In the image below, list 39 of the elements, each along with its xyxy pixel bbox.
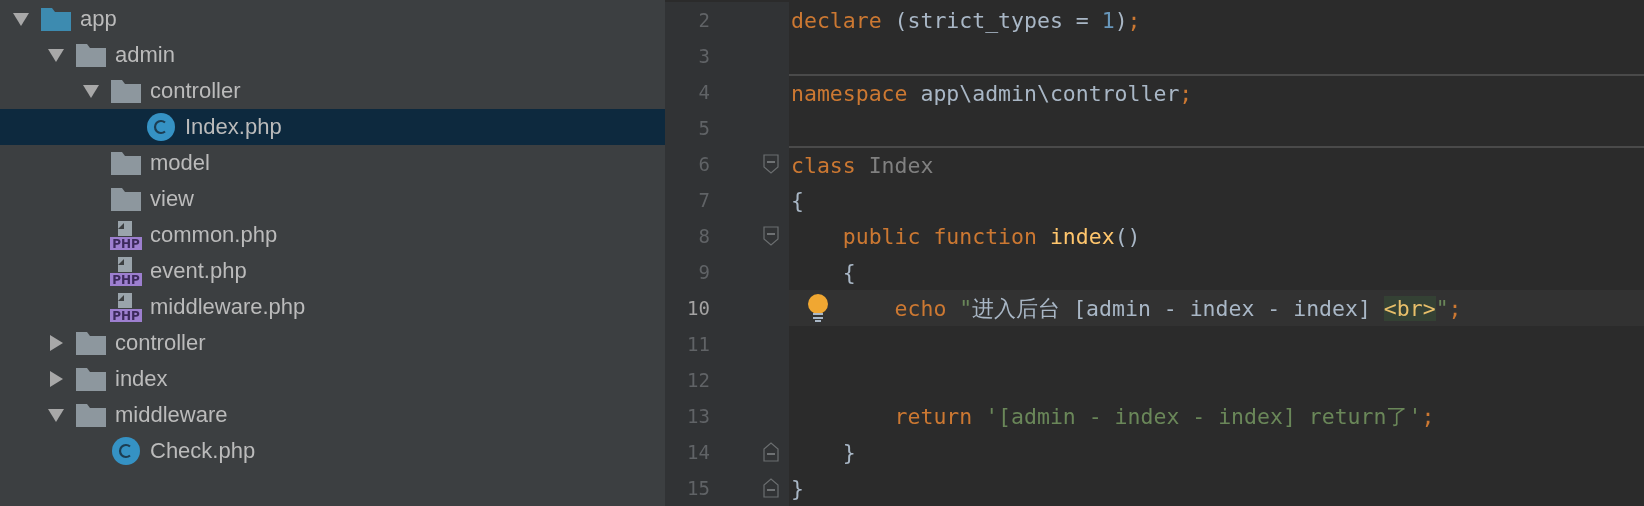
folder-icon: [75, 330, 107, 356]
tree-item[interactable]: middleware: [0, 397, 665, 433]
folder-icon: [110, 186, 142, 212]
code-line: declare (strict_types = 1);: [791, 7, 1141, 33]
tree-item[interactable]: admin: [0, 37, 665, 73]
folder-icon: [110, 150, 142, 176]
fold-icon[interactable]: [763, 226, 779, 246]
code-line: {: [791, 187, 804, 213]
code-line: class Index: [791, 152, 934, 178]
fold-icon[interactable]: [763, 478, 779, 498]
class-icon: [110, 436, 142, 466]
class-icon: [145, 112, 177, 142]
code-line: }: [841, 439, 856, 465]
tree-item[interactable]: Index.php: [0, 109, 665, 145]
lightbulb-icon[interactable]: [805, 293, 831, 323]
tree-item[interactable]: PHP common.php: [0, 217, 665, 253]
folder-icon: [75, 402, 107, 428]
code-line: {: [841, 259, 856, 285]
folder-icon: [40, 6, 72, 32]
code-line: }: [791, 475, 804, 501]
tree-item[interactable]: controller: [0, 73, 665, 109]
tree-item[interactable]: app: [0, 1, 665, 37]
code-line: return '[admin - index - index] return了';: [893, 402, 1435, 431]
code-line: public function index(): [841, 223, 1141, 249]
tree-item[interactable]: Check.php: [0, 433, 665, 469]
folder-icon: [75, 42, 107, 68]
tree-item[interactable]: controller: [0, 325, 665, 361]
code-line: namespace app\admin\controller;: [791, 80, 1193, 106]
fold-icon[interactable]: [763, 442, 779, 462]
code-line: echo "进入后台 [admin - index - index] <br>";: [893, 294, 1462, 323]
tree-item[interactable]: model: [0, 145, 665, 181]
tree-item[interactable]: PHP event.php: [0, 253, 665, 289]
folder-icon: [75, 366, 107, 392]
fold-icon[interactable]: [763, 154, 779, 174]
folder-icon: [110, 78, 142, 104]
tree-item[interactable]: PHP middleware.php: [0, 289, 665, 325]
line-number: 10: [686, 297, 710, 319]
tree-item[interactable]: index: [0, 361, 665, 397]
tree-item[interactable]: view: [0, 181, 665, 217]
